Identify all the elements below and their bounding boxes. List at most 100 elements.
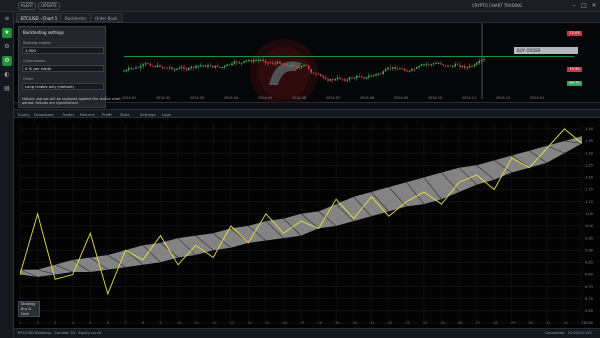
candle: [382, 69, 384, 76]
tab-drawdown[interactable]: Drawdown: [34, 111, 54, 118]
candle: [180, 64, 183, 71]
candle: [380, 72, 382, 75]
candle: [437, 61, 440, 65]
tab-settings[interactable]: Settings: [140, 111, 156, 118]
y-axis-label: 1.40: [585, 127, 594, 131]
alert-button[interactable]: ALERT: [18, 2, 36, 10]
status-right: Connected · 12:00:00 UTC: [544, 331, 592, 335]
y-axis-label: 1.20: [585, 176, 594, 180]
candle: [468, 63, 471, 69]
tab-chart[interactable]: BTC/USD · Chart 1: [16, 13, 63, 22]
top-axis-label: 2024-04: [224, 96, 239, 100]
candle: [212, 65, 214, 68]
tab-logs[interactable]: Logs: [162, 111, 171, 118]
candle: [305, 64, 308, 67]
x-axis-label: 4: [72, 321, 74, 325]
candle: [202, 64, 204, 68]
candle: [207, 63, 209, 69]
x-axis-label: 18: [318, 321, 322, 325]
candle: [209, 62, 212, 67]
candle: [370, 74, 372, 77]
candle: [243, 60, 245, 64]
x-axis-label: 3: [54, 321, 56, 325]
tab-stats[interactable]: Stats: [120, 111, 130, 118]
candle: [200, 62, 202, 68]
tab-backtester[interactable]: Backtester: [60, 13, 92, 22]
tab-profit[interactable]: Profit: [102, 111, 112, 118]
backtest-note: Historic signals will be replayed agains…: [22, 97, 121, 106]
layout-icon[interactable]: ▤: [2, 84, 12, 94]
order-label[interactable]: BUY ORDER: [514, 47, 578, 54]
top-axis-label: 2024-06: [292, 96, 307, 100]
y-axis-label: 0.65: [585, 309, 593, 313]
candle: [387, 66, 389, 71]
candle: [406, 68, 408, 72]
capital-input[interactable]: 1,000: [22, 47, 104, 54]
candle: [389, 64, 392, 72]
x-axis-label: 5: [89, 321, 91, 325]
top-axis-label: 2024-02: [156, 96, 171, 100]
settings-icon[interactable]: ⚙: [2, 56, 12, 66]
equity-chart[interactable]: 1.40 1.35 1.30 1.25 1.20 1.15 1.10 1.05 1.00 0.95…: [14, 118, 600, 328]
candle: [396, 66, 399, 70]
x-axis-label: 14: [247, 321, 251, 325]
candle: [149, 62, 152, 67]
x-axis-label: 21: [370, 321, 374, 325]
candle: [228, 64, 231, 67]
x-axis-label: 7: [124, 321, 126, 325]
candle: [442, 64, 444, 67]
theme-icon[interactable]: ◐: [2, 70, 12, 80]
candle: [435, 60, 437, 65]
candle: [240, 62, 243, 66]
update-button[interactable]: UPDATE: [38, 2, 60, 10]
order-type-select[interactable]: Long trades only (default): [22, 83, 104, 90]
x-axis-label: 25: [441, 321, 445, 325]
x-axis-label: 13: [230, 321, 234, 325]
top-axis-label: 2024-05: [258, 96, 273, 100]
top-axis-label: 2024-07: [326, 96, 341, 100]
favorites-icon[interactable]: ★: [2, 28, 12, 38]
price-tag: 72.05: [567, 31, 582, 36]
candle: [473, 63, 476, 68]
commission-input[interactable]: 0 % per trade: [22, 65, 104, 72]
chart-legend: Strategy Buy & Hold: [18, 301, 40, 317]
x-axis-label: 8: [142, 321, 144, 325]
menu-icon[interactable]: ≡: [2, 14, 12, 24]
candle: [372, 74, 375, 78]
minimize-button[interactable]: –: [570, 2, 578, 10]
status-bar: BTC/USD Bitstamp · Candles 1D · Equity c…: [14, 328, 600, 338]
y-axis-label: 0.70: [585, 297, 594, 301]
candle: [440, 61, 442, 65]
candle: [452, 64, 454, 68]
candle: [329, 78, 332, 82]
candle: [322, 74, 324, 80]
y-axis-label: 1.35: [585, 139, 593, 143]
x-axis-label: 29: [511, 321, 515, 325]
close-button[interactable]: ×: [590, 2, 598, 10]
maximize-button[interactable]: □: [580, 2, 588, 10]
gear-icon[interactable]: ⚙: [2, 42, 12, 52]
candle: [226, 64, 228, 66]
candle: [363, 76, 365, 80]
candle: [466, 66, 468, 70]
candle: [219, 66, 221, 68]
price-tag: 69.70: [567, 81, 582, 86]
top-axis-label: 2024-11: [462, 96, 477, 100]
tab-trades[interactable]: Trades: [62, 111, 74, 118]
tab-equity[interactable]: Equity: [18, 111, 30, 118]
candle: [195, 64, 197, 70]
y-axis-label: 0.90: [585, 248, 594, 252]
y-axis-label: 1.00: [585, 224, 594, 228]
left-toolbar: ≡ ★ ⚙ ⚙ ◐ ▤: [0, 12, 14, 338]
candle: [324, 74, 327, 81]
tab-returns[interactable]: Returns: [80, 111, 95, 118]
candle: [449, 64, 452, 67]
x-axis-label: 27: [476, 321, 480, 325]
candle: [430, 63, 432, 67]
candle: [478, 58, 480, 65]
tab-order-book[interactable]: Order Book: [90, 13, 123, 22]
x-axis-label: 31: [546, 321, 550, 325]
window-title: CRYPTO CHART TRADING: [472, 3, 522, 8]
candle: [183, 64, 185, 72]
candle: [377, 73, 380, 76]
